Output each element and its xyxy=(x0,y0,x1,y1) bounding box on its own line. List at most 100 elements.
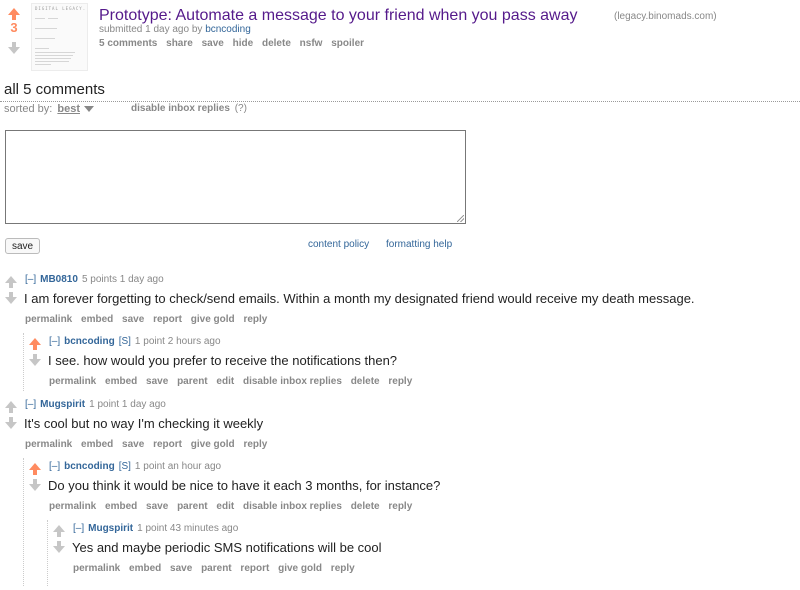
post-domain[interactable]: (legacy.binomads.com) xyxy=(614,11,717,22)
spoiler-button[interactable]: spoiler xyxy=(331,38,364,49)
comment-body: I see. how would you prefer to receive t… xyxy=(48,353,398,368)
save-button[interactable]: save xyxy=(146,501,168,512)
post-score: 3 xyxy=(10,20,18,35)
comment-buttons: permalink embed save report give gold re… xyxy=(25,314,273,325)
delete-button[interactable]: delete xyxy=(351,501,380,512)
comment-author-link[interactable]: MB0810 xyxy=(40,274,78,285)
give-gold-button[interactable]: give gold xyxy=(191,439,235,450)
formatting-help-link[interactable]: formatting help xyxy=(386,239,452,250)
save-button[interactable]: save xyxy=(170,563,192,574)
upvote-arrow-icon[interactable] xyxy=(5,276,17,288)
comment-textarea[interactable] xyxy=(5,130,466,224)
comment-body: Yes and maybe periodic SMS notifications… xyxy=(72,540,382,555)
save-comment-button[interactable]: save xyxy=(5,238,40,254)
comment-tagline: [–] Mugspirit 1 point 1 day ago xyxy=(25,399,166,410)
comments-count-link[interactable]: 5 comments xyxy=(99,38,157,49)
report-button[interactable]: report xyxy=(240,563,269,574)
downvote-arrow-icon[interactable] xyxy=(8,42,20,54)
thumbnail-line xyxy=(35,64,51,65)
post-author-link[interactable]: bcncoding xyxy=(205,24,251,35)
reply-button[interactable]: reply xyxy=(388,376,412,387)
parent-button[interactable]: parent xyxy=(201,563,232,574)
post-buttons: 5 comments share save hide delete nsfw s… xyxy=(99,38,370,49)
embed-button[interactable]: embed xyxy=(81,439,113,450)
give-gold-button[interactable]: give gold xyxy=(278,563,322,574)
comment-meta: 1 point 1 day ago xyxy=(89,399,166,410)
save-button[interactable]: save xyxy=(122,314,144,325)
upvote-arrow-icon[interactable] xyxy=(8,8,20,20)
embed-button[interactable]: embed xyxy=(105,501,137,512)
save-button[interactable]: save xyxy=(146,376,168,387)
edit-button[interactable]: edit xyxy=(216,501,234,512)
downvote-arrow-icon[interactable] xyxy=(53,541,65,553)
report-button[interactable]: report xyxy=(153,439,182,450)
comment-author-link[interactable]: bcncoding xyxy=(64,336,115,347)
permalink-button[interactable]: permalink xyxy=(25,439,72,450)
downvote-arrow-icon[interactable] xyxy=(5,417,17,429)
save-post-button[interactable]: save xyxy=(202,38,224,49)
permalink-button[interactable]: permalink xyxy=(49,376,96,387)
sort-dropdown[interactable]: best xyxy=(57,103,80,115)
comment-author-link[interactable]: bcncoding xyxy=(64,461,115,472)
downvote-arrow-icon[interactable] xyxy=(29,354,41,366)
sort-label: sorted by: xyxy=(4,103,53,115)
delete-button[interactable]: delete xyxy=(351,376,380,387)
downvote-arrow-icon[interactable] xyxy=(5,292,17,304)
sort-menu: sorted by: best xyxy=(4,103,95,115)
embed-button[interactable]: embed xyxy=(81,314,113,325)
comment-author-link[interactable]: Mugspirit xyxy=(40,399,85,410)
submitter-badge[interactable]: [S] xyxy=(119,461,131,472)
dropdown-arrow-icon[interactable] xyxy=(84,106,95,113)
permalink-button[interactable]: permalink xyxy=(25,314,72,325)
comment-tagline: [–] bcncoding [S] 1 point an hour ago xyxy=(49,461,221,472)
collapse-toggle[interactable]: [–] xyxy=(49,336,60,347)
reply-button[interactable]: reply xyxy=(388,501,412,512)
nsfw-button[interactable]: nsfw xyxy=(300,38,323,49)
comment-tagline: [–] MB0810 5 points 1 day ago xyxy=(25,274,164,285)
comment-mugspirit-reply: [–] Mugspirit 1 point 43 minutes ago Yes a… xyxy=(53,521,800,581)
submitter-badge[interactable]: [S] xyxy=(119,336,131,347)
collapse-toggle[interactable]: [–] xyxy=(49,461,60,472)
permalink-button[interactable]: permalink xyxy=(49,501,96,512)
upvote-arrow-icon[interactable] xyxy=(53,525,65,537)
hide-button[interactable]: hide xyxy=(233,38,254,49)
comment-meta: 5 points 1 day ago xyxy=(81,274,164,285)
give-gold-button[interactable]: give gold xyxy=(191,314,235,325)
collapse-toggle[interactable]: [–] xyxy=(25,274,36,285)
upvote-arrow-icon[interactable] xyxy=(29,338,41,350)
parent-button[interactable]: parent xyxy=(177,501,208,512)
upvote-arrow-icon[interactable] xyxy=(5,401,17,413)
comment-author-link[interactable]: Mugspirit xyxy=(88,523,133,534)
disable-inbox-replies-button[interactable]: disable inbox replies xyxy=(243,501,342,512)
disable-inbox-replies-toggle[interactable]: disable inbox replies xyxy=(131,103,230,114)
content-policy-link[interactable]: content policy xyxy=(308,239,369,250)
downvote-arrow-icon[interactable] xyxy=(29,479,41,491)
permalink-button[interactable]: permalink xyxy=(73,563,120,574)
thread-line xyxy=(23,333,24,391)
report-button[interactable]: report xyxy=(153,314,182,325)
disable-inbox-replies-button[interactable]: disable inbox replies xyxy=(243,376,342,387)
comment-buttons: permalink embed save parent edit disable… xyxy=(49,501,418,512)
parent-button[interactable]: parent xyxy=(177,376,208,387)
post-thumbnail[interactable]: DIGITAL LEGACY. xyxy=(31,3,88,71)
share-button[interactable]: share xyxy=(166,38,193,49)
upvote-arrow-icon[interactable] xyxy=(29,463,41,475)
delete-post-button[interactable]: delete xyxy=(262,38,291,49)
post-title-link[interactable]: Prototype: Automate a message to your fr… xyxy=(99,7,578,25)
embed-button[interactable]: embed xyxy=(105,376,137,387)
edit-button[interactable]: edit xyxy=(216,376,234,387)
reply-button[interactable]: reply xyxy=(331,563,355,574)
collapse-toggle[interactable]: [–] xyxy=(25,399,36,410)
reply-button[interactable]: reply xyxy=(243,439,267,450)
resize-grip-icon[interactable] xyxy=(457,215,464,222)
help-link[interactable]: (?) xyxy=(235,103,247,114)
comment-mugspirit: [–] Mugspirit 1 point 1 day ago It's cool … xyxy=(5,397,800,457)
save-button[interactable]: save xyxy=(122,439,144,450)
collapse-toggle[interactable]: [–] xyxy=(73,523,84,534)
thumbnail-line xyxy=(35,61,69,62)
reply-button[interactable]: reply xyxy=(243,314,267,325)
embed-button[interactable]: embed xyxy=(129,563,161,574)
comment-meta: 1 point 2 hours ago xyxy=(134,336,221,347)
post-entry: 3 DIGITAL LEGACY. Prototype: Automate a … xyxy=(0,0,800,75)
thumbnail-line xyxy=(35,48,49,49)
